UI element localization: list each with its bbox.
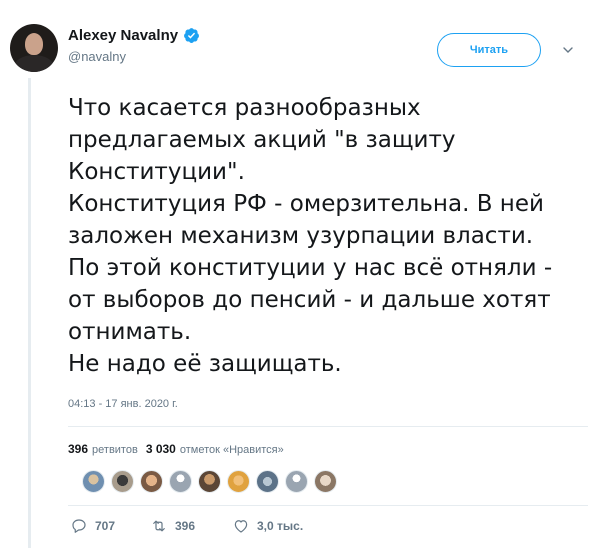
- divider: [68, 505, 588, 506]
- reply-icon: [72, 519, 86, 533]
- tweet-text: Что касается разнообразных предлагаемых …: [68, 92, 588, 380]
- chevron-down-icon[interactable]: [562, 44, 574, 56]
- liker-avatar[interactable]: [198, 470, 221, 493]
- divider: [68, 426, 588, 427]
- liker-avatar[interactable]: [256, 470, 279, 493]
- liker-avatar[interactable]: [140, 470, 163, 493]
- liker-avatar[interactable]: [285, 470, 308, 493]
- author-handle[interactable]: @navalny: [68, 49, 126, 64]
- liker-avatar[interactable]: [169, 470, 192, 493]
- tweet-text-line: Конституция РФ - омерзительна. В ней: [68, 191, 544, 217]
- engagement-stats: 396 ретвитов 3 030 отметок «Нравится»: [68, 442, 284, 456]
- thread-rail: [28, 78, 31, 548]
- timestamp-link[interactable]: 04:13 - 17 янв. 2020 г.: [68, 398, 178, 410]
- like-count: 3,0 тыс.: [257, 519, 304, 533]
- tweet-text-line: заложен механизм узурпации власти.: [68, 223, 534, 249]
- author-name-row: Alexey Navalny: [68, 27, 200, 44]
- avatar-face: [25, 33, 43, 55]
- verified-badge-icon: [183, 27, 200, 44]
- tweet-text-line: Конституции".: [68, 159, 245, 185]
- retweets-stat[interactable]: 396 ретвитов: [68, 442, 138, 456]
- tweet-actions: 707 396 3,0 тыс.: [70, 517, 303, 535]
- like-button[interactable]: 3,0 тыс.: [232, 517, 303, 535]
- reply-count: 707: [95, 519, 116, 533]
- likes-label: отметок «Нравится»: [179, 444, 284, 456]
- tweet-text-line: отнимать.: [68, 319, 192, 345]
- tweet-text-line: По этой конституции у нас всё отняли -: [68, 255, 553, 281]
- retweet-count: 396: [175, 519, 196, 533]
- tweet-text-line: предлагаемых акций "в защиту: [68, 127, 456, 153]
- retweets-label: ретвитов: [92, 444, 138, 456]
- tweet-text-line: Что касается разнообразных: [68, 95, 421, 121]
- avatar-shoulders: [14, 55, 54, 72]
- liker-avatar[interactable]: [82, 470, 105, 493]
- reply-button[interactable]: 707: [70, 517, 150, 535]
- tweet-text-line: от выборов до пенсий - и дальше хотят: [68, 287, 551, 313]
- tweet-text-line: Не надо её защищать.: [68, 351, 342, 377]
- retweet-button[interactable]: 396: [150, 517, 232, 535]
- heart-icon: [234, 520, 248, 533]
- likes-stat[interactable]: 3 030 отметок «Нравится»: [146, 442, 284, 456]
- follow-button[interactable]: Читать: [437, 33, 541, 67]
- retweet-icon: [153, 520, 165, 532]
- liker-avatar[interactable]: [314, 470, 337, 493]
- avatar[interactable]: [10, 24, 58, 72]
- likes-count: 3 030: [145, 442, 176, 456]
- liker-avatars: [82, 470, 337, 493]
- liker-avatar[interactable]: [227, 470, 250, 493]
- retweets-count: 396: [68, 442, 89, 456]
- author-display-name[interactable]: Alexey Navalny: [68, 27, 178, 44]
- tweet-card: Alexey Navalny @navalny Читать Что касае…: [0, 0, 600, 549]
- tweet-timestamp: 04:13 - 17 янв. 2020 г.: [68, 398, 178, 410]
- liker-avatar[interactable]: [111, 470, 134, 493]
